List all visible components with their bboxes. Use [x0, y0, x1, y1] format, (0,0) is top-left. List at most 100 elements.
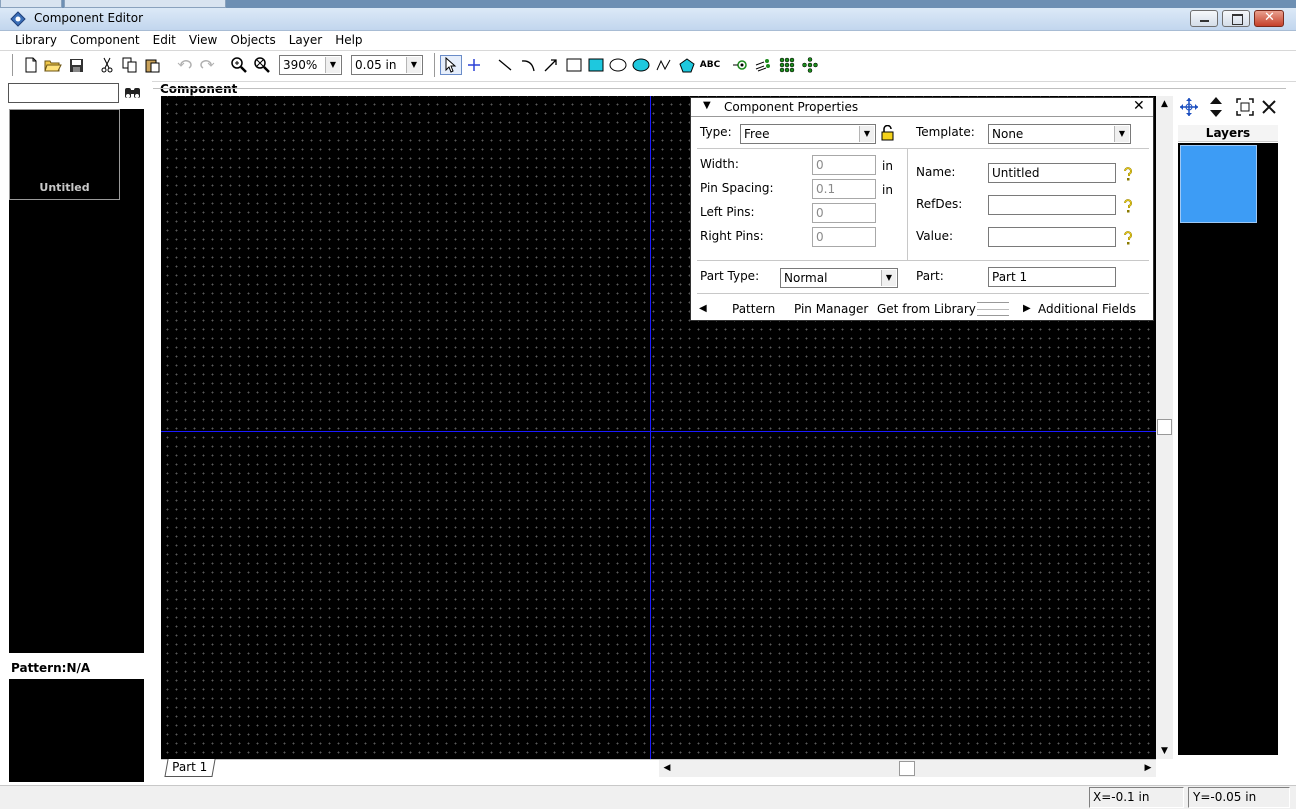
refdes-help-icon[interactable]: [1123, 199, 1133, 213]
filled-rectangle-tool-icon[interactable]: [585, 55, 607, 75]
fit-frame-icon[interactable]: [1236, 98, 1254, 116]
binoculars-icon[interactable]: [124, 84, 142, 100]
separator-line: [697, 148, 1149, 149]
vertical-scrollbar[interactable]: ▲ ▼: [1156, 96, 1173, 759]
rectangle-tool-icon[interactable]: [563, 55, 585, 75]
component-thumbnail[interactable]: Untitled: [9, 109, 120, 200]
panel-close-icon[interactable]: ✕: [1133, 98, 1145, 114]
refdes-label: RefDes:: [916, 197, 963, 211]
taskbar-tab-2[interactable]: [64, 0, 226, 8]
window-title: Component Editor: [34, 11, 143, 25]
tab-pattern[interactable]: Pattern: [732, 302, 775, 316]
move-icon[interactable]: [1179, 97, 1199, 117]
lock-icon[interactable]: [881, 125, 894, 141]
menu-component[interactable]: Component: [70, 33, 140, 47]
collapse-triangle-icon[interactable]: ▼: [703, 100, 711, 111]
status-x-field: X=-0.1 in: [1089, 787, 1184, 808]
polyline-tool-icon[interactable]: [653, 55, 675, 75]
select-pointer-icon[interactable]: [440, 55, 462, 75]
undo-icon[interactable]: [174, 55, 196, 75]
tab-part-1-label: Part 1: [172, 760, 208, 774]
menu-objects[interactable]: Objects: [230, 33, 275, 47]
pin-spacing-unit: in: [882, 183, 893, 197]
vertical-scroll-thumb[interactable]: [1157, 419, 1172, 435]
crosshair-icon[interactable]: [463, 55, 485, 75]
save-icon[interactable]: [65, 55, 87, 75]
layer-color-swatch[interactable]: [1180, 145, 1257, 223]
minimize-icon: [1200, 20, 1209, 22]
width-input[interactable]: 0: [812, 155, 876, 175]
line-tool-icon[interactable]: [494, 55, 516, 75]
menu-view[interactable]: View: [189, 33, 217, 47]
part-type-select[interactable]: Normal ▼: [780, 268, 898, 288]
scroll-up-icon[interactable]: ▲: [1156, 96, 1173, 112]
chevron-down-icon[interactable]: ▼: [881, 270, 896, 286]
refdes-input[interactable]: [988, 195, 1116, 215]
arc-tool-icon[interactable]: [517, 55, 539, 75]
value-help-icon[interactable]: [1123, 231, 1133, 245]
title-bar: Component Editor ✕: [0, 8, 1296, 31]
additional-fields-expand-icon[interactable]: ▶: [1023, 303, 1031, 314]
tab-scroll-left-icon[interactable]: ◀: [699, 303, 707, 314]
scroll-right-icon[interactable]: ▶: [1140, 760, 1156, 777]
ellipse-tool-icon[interactable]: [607, 55, 629, 75]
pin-array-icon[interactable]: [753, 55, 775, 75]
new-file-icon[interactable]: [20, 55, 42, 75]
width-label: Width:: [700, 157, 739, 171]
tab-part-1[interactable]: Part 1: [164, 759, 216, 777]
tab-get-from-library[interactable]: Get from Library: [877, 302, 976, 316]
right-pins-input[interactable]: 0: [812, 227, 876, 247]
zoom-in-icon[interactable]: [228, 55, 250, 75]
open-folder-icon[interactable]: [42, 55, 64, 75]
restore-button[interactable]: [1222, 10, 1250, 27]
name-label: Name:: [916, 165, 956, 179]
name-help-icon[interactable]: [1123, 167, 1133, 181]
chevron-down-icon[interactable]: ▼: [325, 57, 340, 73]
grid-combo[interactable]: 0.05 in ▼: [351, 55, 423, 75]
minimize-button[interactable]: [1190, 10, 1218, 27]
filled-ellipse-tool-icon[interactable]: [630, 55, 652, 75]
status-x-coordinate: X=-0.1 in: [1093, 790, 1150, 804]
tab-additional-fields[interactable]: Additional Fields: [1038, 302, 1136, 316]
redo-icon[interactable]: [196, 55, 218, 75]
layers-list[interactable]: [1178, 143, 1278, 755]
value-label: Value:: [916, 229, 953, 243]
value-input[interactable]: [988, 227, 1116, 247]
taskbar-tab-1[interactable]: [0, 0, 62, 8]
horizontal-scroll-thumb[interactable]: [899, 761, 915, 776]
pin-cross-icon[interactable]: [799, 55, 821, 75]
horizontal-scrollbar[interactable]: ◀ ▶: [659, 760, 1156, 777]
grid-pins-icon[interactable]: [776, 55, 798, 75]
arrow-tool-icon[interactable]: [540, 55, 562, 75]
menu-layer[interactable]: Layer: [289, 33, 322, 47]
tab-pin-manager[interactable]: Pin Manager: [794, 302, 868, 316]
cut-icon[interactable]: [96, 55, 118, 75]
scroll-down-icon[interactable]: ▼: [1156, 743, 1173, 759]
polygon-tool-icon[interactable]: [676, 55, 698, 75]
pin-spacing-input[interactable]: 0.1: [812, 179, 876, 199]
layers-close-icon[interactable]: [1262, 100, 1276, 114]
part-input[interactable]: Part 1: [988, 267, 1116, 287]
up-down-icon[interactable]: [1209, 96, 1223, 118]
component-properties-panel: ▼ Component Properties ✕ Type: Free ▼ Te…: [690, 97, 1154, 321]
menu-edit[interactable]: Edit: [153, 33, 176, 47]
close-window-button[interactable]: ✕: [1254, 10, 1284, 27]
chevron-down-icon[interactable]: ▼: [406, 57, 421, 73]
zoom-fit-icon[interactable]: [251, 55, 273, 75]
text-tool-icon[interactable]: ABC: [699, 55, 721, 75]
pin-tool-icon[interactable]: [730, 55, 752, 75]
zoom-combo[interactable]: 390% ▼: [279, 55, 342, 75]
template-select[interactable]: None ▼: [988, 124, 1131, 144]
paste-icon[interactable]: [142, 55, 164, 75]
name-input[interactable]: Untitled: [988, 163, 1116, 183]
chevron-down-icon[interactable]: ▼: [1114, 126, 1129, 142]
library-search-input[interactable]: [8, 83, 119, 103]
scroll-left-icon[interactable]: ◀: [659, 760, 675, 777]
menu-help[interactable]: Help: [335, 33, 362, 47]
copy-icon[interactable]: [119, 55, 141, 75]
menu-library[interactable]: Library: [15, 33, 57, 47]
type-select[interactable]: Free ▼: [740, 124, 876, 144]
left-pins-input[interactable]: 0: [812, 203, 876, 223]
chevron-down-icon[interactable]: ▼: [859, 126, 874, 142]
toolbar-grip: [12, 54, 17, 76]
